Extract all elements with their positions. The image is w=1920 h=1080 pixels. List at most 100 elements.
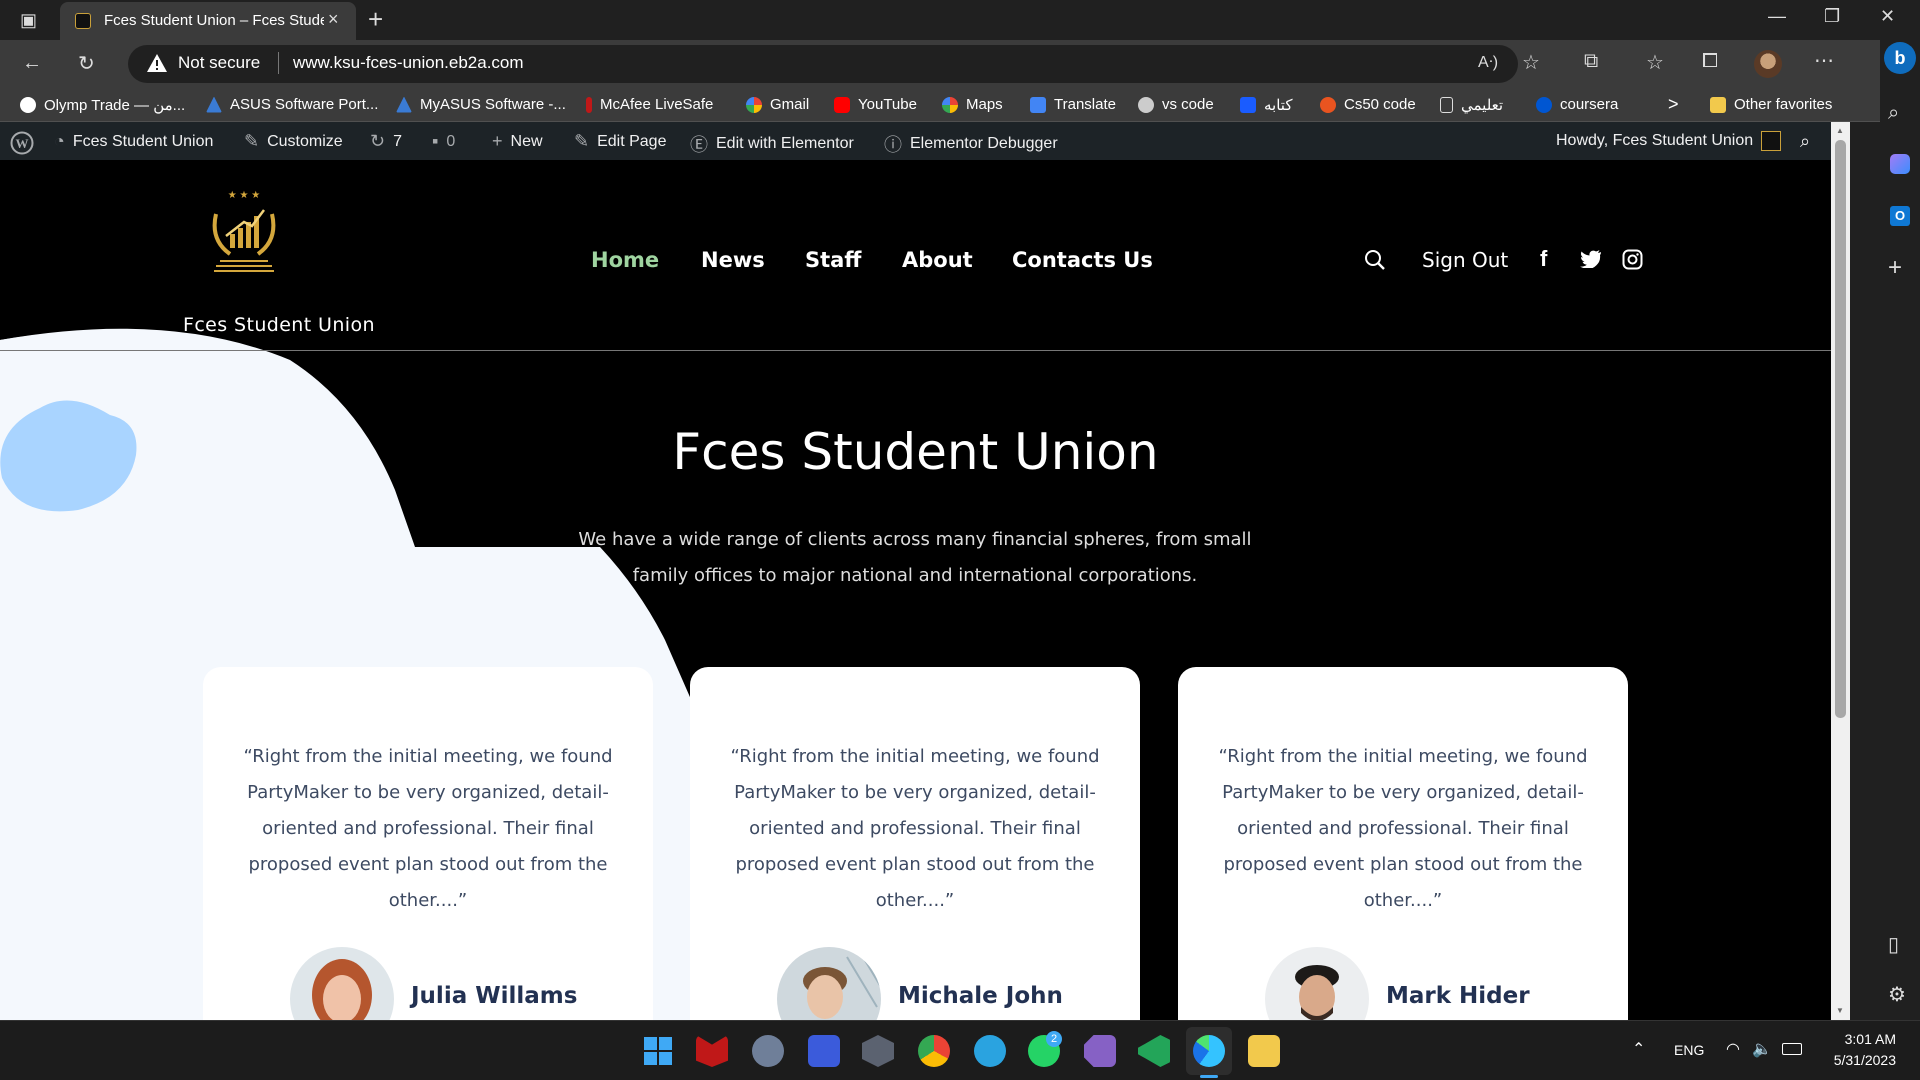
instagram-icon[interactable] — [1622, 249, 1643, 270]
add-favorite-icon[interactable]: ☆ — [1522, 50, 1540, 75]
scroll-up-icon[interactable]: ▲ — [1836, 126, 1844, 135]
clock-date[interactable]: 5/31/2023 — [1826, 1052, 1896, 1068]
bookmark-item[interactable]: McAfee LiveSafe — [586, 96, 713, 113]
wp-edit-page[interactable]: ✎ Edit Page — [574, 131, 666, 152]
other-favorites-folder[interactable]: Other favorites — [1710, 96, 1832, 113]
coursera-icon — [1536, 96, 1552, 113]
back-arrow-icon[interactable]: ← — [22, 52, 42, 75]
hide-sidebar-icon[interactable]: ▯ — [1888, 932, 1899, 957]
testimonial-name: Michale John — [898, 983, 1063, 1009]
bookmark-item[interactable]: Cs50 code — [1320, 96, 1416, 113]
bookmark-item[interactable]: Olymp Trade — من... — [20, 96, 185, 114]
unity-icon[interactable] — [862, 1035, 894, 1067]
bookmark-item[interactable]: Translate — [1030, 96, 1116, 113]
battery-icon[interactable] — [1782, 1043, 1802, 1055]
favorites-icon[interactable]: ☆ — [1646, 50, 1664, 75]
chrome-icon[interactable] — [918, 1035, 950, 1067]
wp-comments[interactable]: ▪ 0 — [432, 131, 455, 152]
nav-contacts[interactable]: Contacts Us — [1012, 248, 1153, 272]
folder-icon — [1710, 96, 1726, 113]
bookmark-item[interactable]: coursera — [1536, 96, 1618, 113]
bookmarks-bar: Olymp Trade — من... ASUS Software Port..… — [0, 88, 1880, 122]
nav-home[interactable]: Home — [591, 248, 659, 272]
volume-icon[interactable]: 🔈 — [1752, 1039, 1772, 1059]
github-icon — [1138, 96, 1154, 113]
search-icon[interactable] — [1364, 249, 1386, 271]
outlook-icon[interactable]: O — [1890, 206, 1910, 226]
bing-icon[interactable]: b — [1884, 42, 1916, 74]
wp-elementor-debugger[interactable]: ⓘ Elementor Debugger — [884, 131, 1058, 157]
refresh-icon[interactable]: ↻ — [78, 51, 95, 76]
sidebar-settings-icon[interactable]: ⚙ — [1888, 982, 1906, 1007]
add-sidebar-app-icon[interactable]: + — [1888, 254, 1902, 282]
bookmarks-overflow-button[interactable]: > — [1668, 94, 1679, 115]
maximize-button[interactable]: ❐ — [1824, 6, 1840, 27]
security-label[interactable]: Not secure — [178, 53, 260, 73]
scrollbar-thumb[interactable] — [1835, 140, 1846, 718]
wp-edit-elementor[interactable]: Ⓔ Edit with Elementor — [690, 131, 854, 157]
wp-search-icon[interactable]: ⌕ — [1800, 131, 1810, 152]
bookmark-label: Olymp Trade — من... — [44, 97, 186, 114]
close-window-button[interactable]: ✕ — [1880, 6, 1895, 27]
bookmark-item[interactable]: MyASUS Software -... — [396, 96, 566, 113]
read-aloud-icon[interactable]: Aᐧ) — [1478, 52, 1498, 72]
testimonial-quote: “Right from the initial meeting, we foun… — [243, 746, 613, 911]
profile-avatar[interactable] — [1754, 50, 1782, 78]
visual-studio-icon[interactable] — [1084, 1035, 1116, 1067]
wifi-icon[interactable]: ◠ — [1726, 1039, 1740, 1059]
scroll-down-icon[interactable]: ▼ — [1836, 1006, 1844, 1015]
myasus-icon[interactable] — [808, 1035, 840, 1067]
wp-customize[interactable]: ✎ Customize — [244, 131, 343, 152]
updates-icon: ↻ — [370, 131, 386, 151]
clock-time[interactable]: 3:01 AM — [1842, 1031, 1896, 1047]
wordpress-logo-icon[interactable]: W — [10, 131, 34, 155]
site-logo[interactable]: ★ ★ ★ — [196, 184, 292, 280]
vscode-icon[interactable] — [1138, 1035, 1170, 1067]
updates-count: 7 — [393, 132, 402, 150]
sidebar-search-icon[interactable]: ⌕ — [1888, 102, 1899, 125]
edge-icon[interactable] — [1193, 1035, 1225, 1067]
url-text[interactable]: www.ksu-fces-union.eb2a.com — [293, 53, 524, 73]
mcafee-icon[interactable] — [696, 1035, 728, 1067]
bookmark-item[interactable]: YouTube — [834, 96, 917, 113]
nav-about[interactable]: About — [902, 248, 973, 272]
browser-tab[interactable]: Fces Student Union – Fces Student Union … — [60, 2, 356, 40]
tab-actions-icon[interactable]: ▣ — [20, 10, 37, 31]
google-icon — [942, 96, 958, 113]
bookmark-item[interactable]: Gmail — [746, 96, 809, 113]
file-explorer-icon[interactable] — [1248, 1035, 1280, 1067]
bookmark-label: كتابه — [1264, 97, 1293, 114]
twitter-icon[interactable] — [1580, 250, 1602, 268]
testimonial-name: Julia Willams — [411, 983, 578, 1009]
bookmark-item[interactable]: تعليمي — [1440, 96, 1503, 114]
copilot-icon[interactable] — [1890, 154, 1910, 174]
sign-out-link[interactable]: Sign Out — [1422, 248, 1508, 272]
wp-updates[interactable]: ↻ 7 — [370, 131, 402, 152]
language-indicator[interactable]: ENG — [1674, 1042, 1704, 1058]
collections-icon[interactable]: ⧠ — [1702, 50, 1718, 73]
telegram-icon[interactable] — [974, 1035, 1006, 1067]
new-tab-button[interactable]: + — [368, 4, 383, 35]
settings-app-icon[interactable] — [752, 1035, 784, 1067]
wp-site-name[interactable]: ◔ Fces Student Union — [54, 131, 213, 152]
nav-news[interactable]: News — [701, 248, 765, 272]
extensions-icon[interactable]: ⧉ — [1584, 50, 1598, 73]
wp-new[interactable]: + New — [492, 131, 543, 152]
page-scrollbar[interactable]: ▲ ▼ — [1831, 122, 1850, 1020]
tab-close-icon[interactable]: × — [328, 9, 339, 30]
facebook-icon[interactable]: f — [1540, 246, 1547, 272]
wp-howdy[interactable]: Howdy, Fces Student Union — [1556, 131, 1782, 151]
bookmark-item[interactable]: ASUS Software Port... — [206, 96, 378, 113]
site-name[interactable]: Fces Student Union — [183, 314, 375, 336]
warning-icon[interactable] — [146, 53, 168, 73]
more-options-icon[interactable]: ⋯ — [1814, 48, 1834, 73]
start-button[interactable] — [642, 1035, 674, 1067]
minimize-button[interactable]: — — [1768, 6, 1786, 27]
bookmark-item[interactable]: كتابه — [1240, 96, 1292, 114]
bookmark-item[interactable]: vs code — [1138, 96, 1214, 113]
bookmark-item[interactable]: Maps — [942, 96, 1003, 113]
ubuntu-icon — [1320, 96, 1336, 113]
page-content: ★ ★ ★ Fces Student Union Home News Staff… — [0, 160, 1831, 1020]
nav-staff[interactable]: Staff — [805, 248, 861, 272]
tray-overflow-icon[interactable]: ⌃ — [1632, 1039, 1645, 1059]
